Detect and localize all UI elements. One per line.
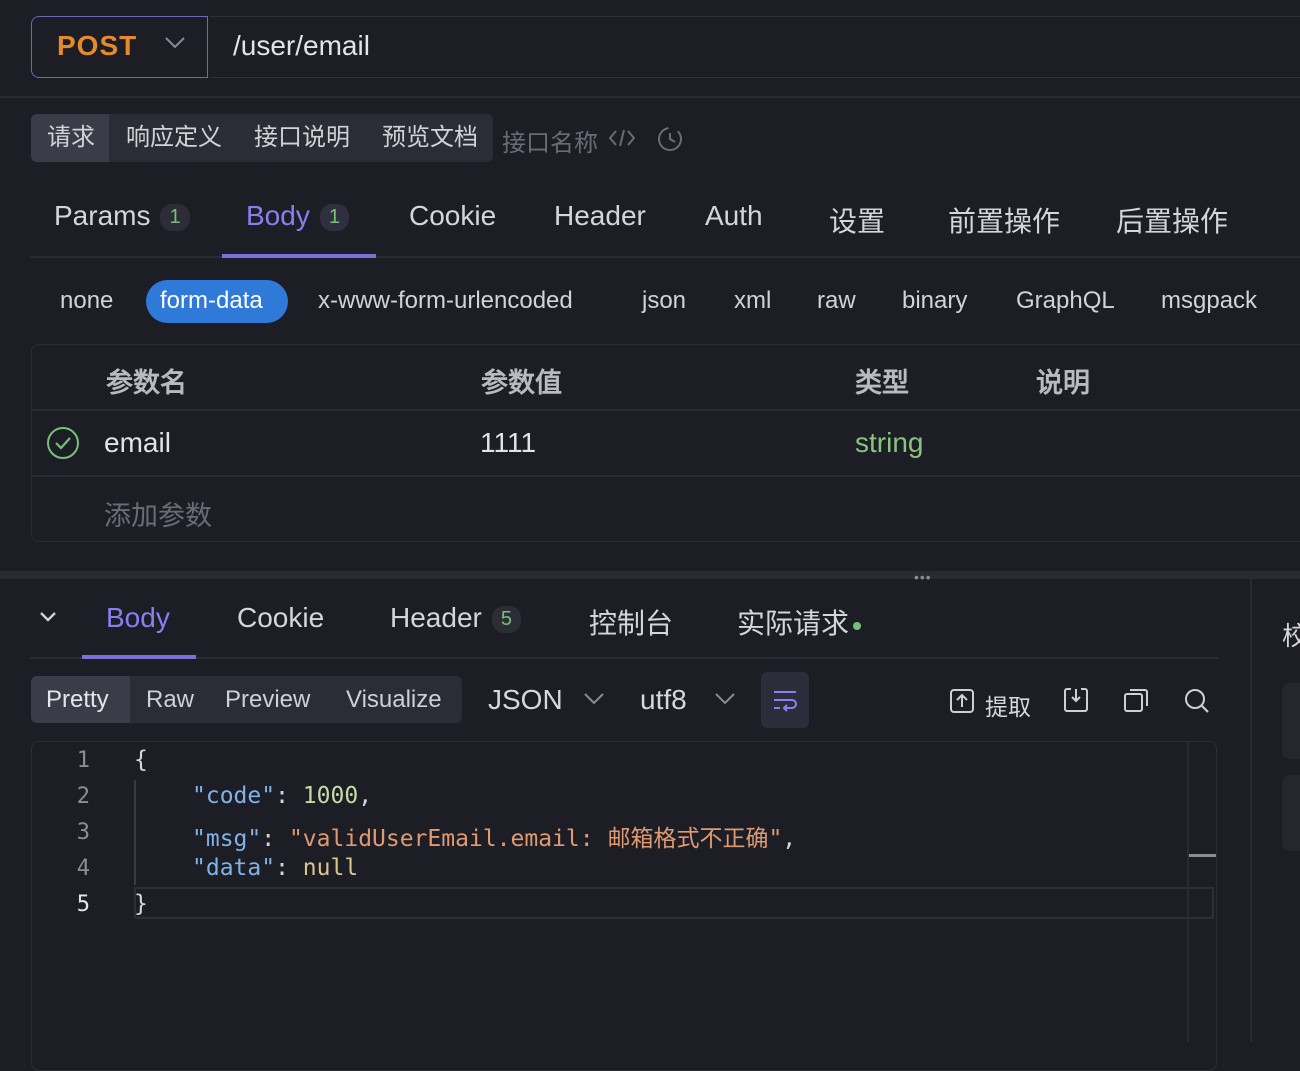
active-tab-indicator — [82, 655, 196, 659]
view-mode-raw[interactable]: Raw — [146, 676, 194, 723]
response-tab-cookie[interactable]: Cookie — [237, 602, 324, 634]
row-divider — [32, 409, 1300, 411]
api-name-label[interactable]: 接口名称 — [502, 123, 598, 158]
tab-auth[interactable]: Auth — [705, 200, 763, 232]
param-name-cell[interactable]: email — [104, 427, 171, 459]
indent-guide — [134, 780, 136, 885]
search-icon[interactable] — [1183, 687, 1211, 715]
segment-tab-api-description[interactable]: 接口说明 — [254, 114, 350, 162]
column-header-type: 类型 — [855, 368, 909, 398]
line-number: 2 — [76, 784, 90, 809]
check-circle-icon[interactable] — [46, 426, 80, 460]
encoding-select[interactable]: utf8 — [640, 684, 687, 716]
body-type-xml[interactable]: xml — [734, 287, 771, 315]
body-type-binary[interactable]: binary — [902, 287, 967, 315]
format-select[interactable]: JSON — [488, 684, 563, 716]
body-type-form-data[interactable]: form-data — [160, 287, 263, 315]
tab-divider — [30, 256, 1300, 258]
body-type-none[interactable]: none — [60, 287, 113, 315]
row-divider — [32, 475, 1300, 477]
collapse-chevron-icon[interactable] — [38, 610, 58, 624]
line-number: 1 — [76, 748, 90, 773]
extract-icon[interactable] — [949, 688, 975, 714]
params-table — [31, 344, 1300, 542]
column-header-name: 参数名 — [106, 368, 187, 398]
right-panel-card[interactable] — [1282, 683, 1300, 759]
copy-icon[interactable] — [1123, 687, 1149, 713]
tab-header[interactable]: Header — [554, 200, 646, 232]
view-mode-visualize[interactable]: Visualize — [346, 676, 442, 723]
body-type-json[interactable]: json — [642, 287, 686, 315]
tab-params[interactable]: Params 1 — [54, 200, 190, 232]
tab-post-operations[interactable]: 后置操作 — [1116, 200, 1228, 240]
header-count-badge: 5 — [491, 606, 521, 634]
chevron-down-icon[interactable] — [714, 692, 736, 706]
download-icon[interactable] — [1063, 687, 1089, 713]
word-wrap-button[interactable] — [761, 672, 809, 728]
params-count-badge: 1 — [160, 204, 190, 232]
tab-pre-operations[interactable]: 前置操作 — [948, 200, 1060, 240]
active-tab-indicator — [222, 254, 376, 258]
tab-body[interactable]: Body 1 — [246, 200, 349, 232]
body-type-msgpack[interactable]: msgpack — [1161, 287, 1257, 315]
right-panel-card[interactable] — [1282, 775, 1300, 851]
panel-resize-handle[interactable] — [0, 571, 1300, 579]
line-number: 3 — [76, 820, 90, 845]
body-type-graphql[interactable]: GraphQL — [1016, 287, 1115, 315]
response-tab-actual-request[interactable]: 实际请求 — [737, 602, 862, 642]
current-line-highlight — [134, 887, 1214, 919]
tab-divider — [30, 657, 1219, 659]
code-line: "code": 1000, — [192, 783, 373, 809]
view-mode-pretty[interactable]: Pretty — [46, 676, 109, 723]
divider — [0, 96, 1300, 98]
column-header-value: 参数值 — [481, 368, 562, 398]
line-number: 4 — [76, 856, 90, 881]
body-type-urlencoded[interactable]: x-www-form-urlencoded — [318, 287, 573, 315]
chevron-down-icon[interactable] — [583, 692, 605, 706]
line-number: 5 — [76, 892, 90, 917]
body-count-badge: 1 — [319, 204, 349, 232]
code-line: "data": null — [192, 855, 359, 881]
chevron-down-icon[interactable] — [164, 36, 186, 50]
column-header-description: 说明 — [1036, 368, 1090, 398]
body-type-raw[interactable]: raw — [817, 287, 856, 315]
response-tab-header[interactable]: Header 5 — [390, 602, 521, 634]
tab-settings[interactable]: 设置 — [829, 200, 885, 240]
code-line: "msg": "validUserEmail.email: 邮箱格式不正确", — [192, 826, 797, 852]
status-dot — [853, 621, 862, 630]
url-text[interactable]: /user/email — [233, 30, 370, 62]
response-tab-body[interactable]: Body — [106, 602, 170, 634]
tab-cookie[interactable]: Cookie — [409, 200, 496, 232]
view-mode-preview[interactable]: Preview — [225, 676, 310, 723]
right-panel-divider — [1250, 579, 1252, 1042]
scrollbar-marker — [1189, 854, 1216, 857]
code-icon[interactable] — [608, 128, 636, 148]
code-brace-close: } — [134, 891, 148, 917]
add-param-placeholder[interactable]: 添加参数 — [104, 494, 212, 533]
code-brace-open: { — [134, 747, 148, 773]
segment-tab-response-definition[interactable]: 响应定义 — [126, 114, 222, 162]
param-value-cell[interactable]: 1111 — [480, 427, 536, 459]
response-tab-console[interactable]: 控制台 — [589, 602, 673, 642]
method-label[interactable]: POST — [57, 30, 137, 62]
history-icon[interactable] — [656, 125, 684, 153]
param-type-cell[interactable]: string — [855, 427, 923, 459]
drag-dots-icon[interactable]: ••• — [914, 569, 932, 585]
segment-tab-request[interactable]: 请求 — [47, 114, 95, 162]
wrap-lines-icon — [774, 691, 797, 712]
right-panel-label: 校 — [1282, 621, 1300, 651]
extract-button[interactable]: 提取 — [985, 688, 1031, 722]
url-input[interactable] — [210, 16, 1300, 78]
segment-tab-preview-doc[interactable]: 预览文档 — [382, 114, 478, 162]
